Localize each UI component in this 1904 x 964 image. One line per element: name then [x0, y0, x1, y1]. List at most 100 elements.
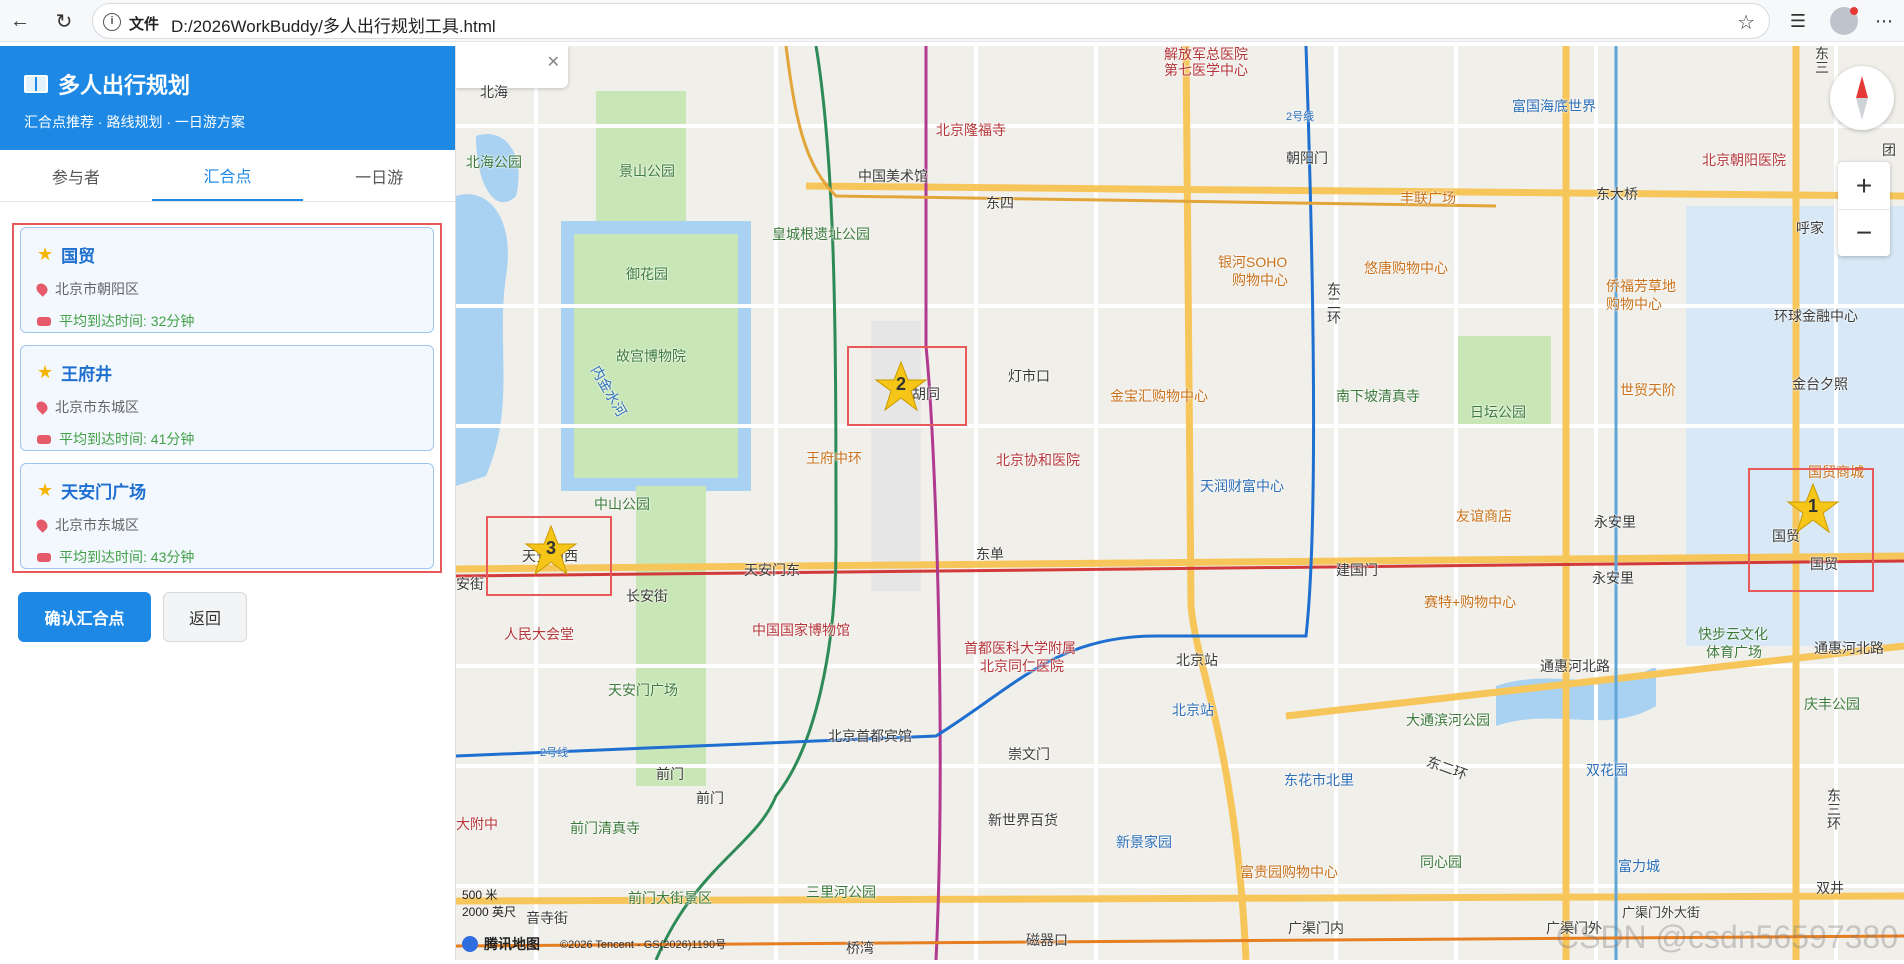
- map-label: 通惠河北路: [1814, 640, 1884, 656]
- map-label: 永安里: [1594, 514, 1636, 530]
- back-arrow-icon[interactable]: ←: [6, 7, 34, 35]
- zoom-out-button[interactable]: −: [1838, 209, 1890, 256]
- map-label: 快步云文化: [1698, 626, 1768, 642]
- tencent-map-logo-icon: [462, 936, 478, 952]
- card-name: 国贸: [61, 247, 96, 266]
- map-copyright: ©2026 Tencent - GS(2026)1190号: [560, 939, 727, 951]
- back-button[interactable]: 返回: [163, 592, 247, 642]
- reload-icon[interactable]: ↻: [50, 7, 78, 35]
- bookmark-star-icon[interactable]: ☆: [1737, 10, 1755, 35]
- map-label: 北京隆福寺: [936, 122, 1006, 138]
- map-label: 前门: [696, 790, 724, 806]
- map-label: 购物中心: [1232, 272, 1288, 288]
- card-time: 平均到达时间: 43分钟: [59, 549, 195, 565]
- card-address: 北京市东城区: [55, 517, 139, 533]
- marker-1-star-icon[interactable]: 1: [1786, 482, 1840, 536]
- zoom-control: + −: [1838, 162, 1890, 256]
- map-label: 王府中环: [806, 450, 862, 466]
- map-book-icon: [24, 75, 48, 93]
- map-label: 三里河公园: [806, 884, 876, 900]
- map-label: 桥湾: [846, 940, 874, 956]
- park-shape: [596, 91, 686, 221]
- map-label: 景山公园: [619, 163, 675, 179]
- map-label: 前门: [656, 766, 684, 782]
- marker-2-star-icon[interactable]: 2: [874, 360, 928, 414]
- map-label: 永安里: [1592, 570, 1634, 586]
- map-label: 天安门广场: [608, 682, 678, 698]
- card-time: 平均到达时间: 32分钟: [59, 313, 195, 329]
- meeting-point-card[interactable]: ★ 天安门广场 北京市东城区 平均到达时间: 43分钟: [20, 463, 434, 569]
- map-label: 首都医科大学附属: [964, 640, 1076, 656]
- map-label: 大通滨河公园: [1406, 712, 1490, 728]
- map-label: 广渠门内: [1288, 920, 1344, 936]
- map-label: 双井: [1816, 880, 1844, 896]
- map-label: 世贸天阶: [1620, 382, 1676, 398]
- map-label: 天安门东: [744, 562, 800, 578]
- pin-icon: [34, 399, 50, 415]
- meeting-point-card[interactable]: ★ 国贸 北京市朝阳区 平均到达时间: 32分钟: [20, 227, 434, 333]
- map-label: 北京朝阳医院: [1702, 152, 1786, 168]
- compass-icon[interactable]: [1830, 66, 1894, 130]
- car-icon: [37, 434, 51, 444]
- car-icon: [37, 316, 51, 326]
- marker-number: 2: [895, 374, 906, 394]
- map-label: 富贵园购物中心: [1240, 864, 1338, 880]
- map-label: 中国国家博物馆: [752, 622, 850, 638]
- map-label: 北京站: [1172, 702, 1214, 718]
- map-label: 音寺街: [526, 910, 568, 926]
- map-label: 朝阳门: [1286, 150, 1328, 166]
- map-label: 丰联广场: [1400, 190, 1456, 206]
- map-label: 东四: [986, 195, 1014, 211]
- profile-avatar[interactable]: [1830, 7, 1858, 35]
- map-label: 北京站: [1176, 652, 1218, 668]
- favorites-icon[interactable]: ☰: [1784, 7, 1812, 35]
- map-label: 团: [1882, 142, 1896, 158]
- map-label: 东单: [976, 546, 1004, 562]
- map-label: 新世界百货: [988, 812, 1058, 828]
- map-label: 呼家: [1796, 220, 1824, 236]
- star-icon: ★: [37, 244, 54, 264]
- map-label: 悠唐购物中心: [1364, 260, 1448, 276]
- map-label: 天润财富中心: [1200, 478, 1284, 494]
- map-label: 同心园: [1420, 854, 1462, 870]
- card-address: 北京市朝阳区: [55, 281, 139, 297]
- tab-participants[interactable]: 参与者: [0, 150, 152, 201]
- map-label: 庆丰公园: [1804, 696, 1860, 712]
- subway-line-purple: [924, 46, 942, 960]
- confirm-meeting-point-button[interactable]: 确认汇合点: [18, 592, 151, 642]
- map-label: 东花市北里: [1284, 772, 1354, 788]
- scale-imperial: 2000 英尺: [462, 905, 517, 919]
- map-label: 侨福芳草地: [1606, 278, 1676, 294]
- map-label: 建国门: [1336, 562, 1378, 578]
- map-label: 中山公园: [594, 496, 650, 512]
- tab-bar: 参与者 汇合点 一日游: [0, 150, 455, 202]
- tab-day-trip[interactable]: 一日游: [303, 150, 455, 201]
- map-label: 御花园: [626, 266, 668, 282]
- sidebar-header: 多人出行规划 汇合点推荐 · 路线规划 · 一日游方案: [0, 46, 455, 150]
- app-title-text: 多人出行规划: [58, 73, 191, 98]
- map-label: 东三环: [1826, 788, 1842, 830]
- map-label: 友谊商店: [1456, 508, 1512, 524]
- url-text[interactable]: D:/2026WorkBuddy/多人出行规划工具.html: [171, 12, 496, 37]
- map-label: 双花园: [1586, 762, 1628, 778]
- map-label: 人民大会堂: [504, 626, 574, 642]
- map-label: 前门大街景区: [628, 890, 712, 906]
- marker-3-star-icon[interactable]: 3: [524, 524, 578, 578]
- zoom-in-button[interactable]: +: [1838, 162, 1890, 209]
- map-label: 体育广场: [1706, 644, 1762, 660]
- info-icon[interactable]: i: [103, 13, 121, 31]
- app-title: 多人出行规划: [24, 68, 431, 100]
- address-bar[interactable]: i 文件 D:/2026WorkBuddy/多人出行规划工具.html ☆: [92, 3, 1770, 39]
- map-label: 北海公园: [466, 154, 522, 170]
- map-label: 2号线: [1286, 111, 1315, 123]
- map-label: 皇城根遗址公园: [772, 226, 870, 242]
- card-address: 北京市东城区: [55, 399, 139, 415]
- map-label: 北京首都宾馆: [828, 728, 912, 744]
- map-label: 第七医学中心: [1164, 62, 1248, 78]
- meeting-point-card[interactable]: ★ 王府井 北京市东城区 平均到达时间: 41分钟: [20, 345, 434, 451]
- card-name: 天安门广场: [61, 483, 147, 502]
- close-icon[interactable]: ✕: [547, 52, 560, 72]
- map-view[interactable]: ✕ 北海 解放军总医院 第七医学中心 北京隆福寺 中国美术馆 景山公园 北海公园…: [456, 46, 1904, 960]
- more-menu-icon[interactable]: ⋯: [1870, 7, 1898, 35]
- tab-meeting-point[interactable]: 汇合点: [151, 150, 304, 201]
